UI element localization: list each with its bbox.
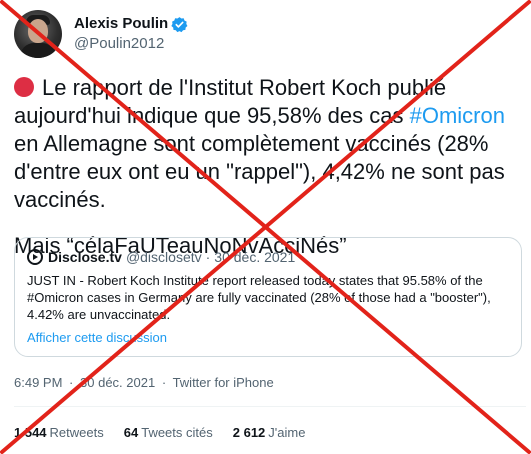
- tweet-time[interactable]: 6:49 PM: [14, 375, 62, 390]
- quote-tweets-label: Tweets cités: [141, 425, 213, 440]
- author-names: Alexis Poulin @Poulin2012: [74, 14, 188, 54]
- tweet-source: Twitter for iPhone: [172, 375, 274, 390]
- avatar-face: [28, 19, 48, 43]
- tweet-meta: 6:49 PM · 30 déc. 2021 · Twitter for iPh…: [14, 374, 277, 391]
- author-handle[interactable]: @Poulin2012: [74, 34, 188, 54]
- quoted-author-handle: @disclosetv: [125, 249, 202, 265]
- tweet-text-part1: Le rapport de l'Institut Robert Koch pub…: [14, 75, 447, 128]
- quote-tweets-stat[interactable]: 64 Tweets cités: [124, 424, 213, 441]
- meta-separator-1: ·: [69, 375, 74, 390]
- likes-stat[interactable]: 2 612 J'aime: [233, 424, 306, 441]
- quoted-separator: ·: [205, 249, 211, 265]
- verified-badge-icon: [171, 16, 188, 32]
- tweet-header: Alexis Poulin @Poulin2012: [14, 10, 188, 58]
- avatar[interactable]: [14, 10, 62, 58]
- tweet-paragraph-1: Le rapport de l'Institut Robert Koch pub…: [14, 74, 524, 214]
- red-circle-icon: [14, 77, 34, 97]
- divider: [14, 406, 526, 407]
- disclose-logo-icon: [27, 249, 43, 265]
- retweets-count: 1 544: [14, 425, 47, 440]
- author-display-name[interactable]: Alexis Poulin: [74, 14, 168, 34]
- likes-count: 2 612: [232, 425, 266, 440]
- hashtag-link[interactable]: #Omicron: [410, 103, 505, 128]
- tweet-date[interactable]: 30 déc. 2021: [80, 375, 155, 390]
- avatar-body: [20, 43, 56, 58]
- retweets-stat[interactable]: 1 544 Retweets: [14, 424, 104, 441]
- quoted-tweet-text: JUST IN - Robert Koch Institute report r…: [27, 273, 491, 322]
- quote-tweets-count: 64: [123, 425, 139, 440]
- likes-label: J'aime: [268, 425, 306, 440]
- meta-separator-2: ·: [161, 375, 167, 390]
- quoted-date: 30 déc. 2021: [214, 249, 296, 265]
- tweet-card: Alexis Poulin @Poulin2012 Le rapport de …: [0, 0, 531, 454]
- show-thread-link[interactable]: Afficher cette discussion: [27, 329, 509, 346]
- tweet-text-part2: en Allemagne sont complètement vaccinés …: [14, 131, 505, 212]
- display-name-row: Alexis Poulin: [74, 14, 188, 34]
- tweet-stats: 1 544 Retweets 64 Tweets cités 2 612 J'aime: [14, 424, 325, 441]
- retweets-label: Retweets: [49, 425, 104, 440]
- quoted-tweet-header: Disclose.tv @disclosetv · 30 déc. 2021: [27, 248, 509, 266]
- quoted-author-name: Disclose.tv: [48, 249, 122, 265]
- quoted-tweet[interactable]: Disclose.tv @disclosetv · 30 déc. 2021 J…: [14, 237, 522, 357]
